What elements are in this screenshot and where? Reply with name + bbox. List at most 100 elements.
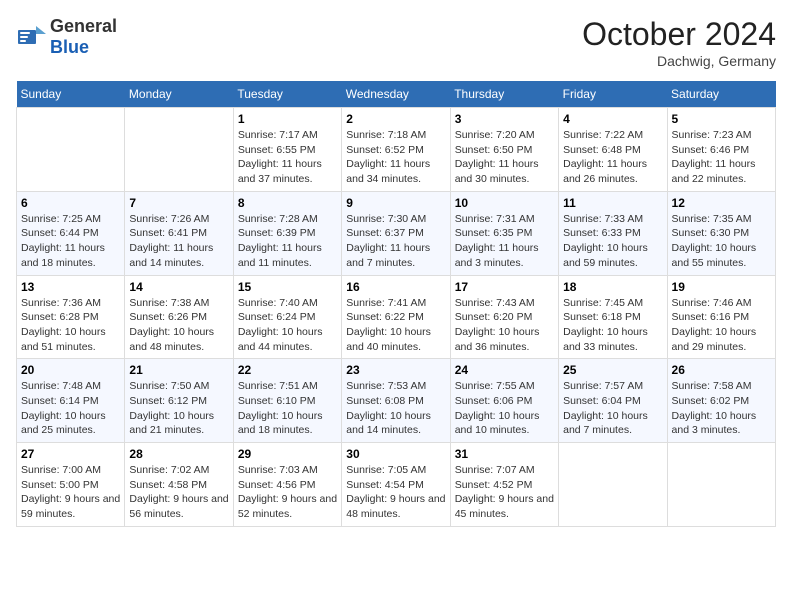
day-info: Sunrise: 7:18 AMSunset: 6:52 PMDaylight:… [346, 128, 445, 187]
week-row-0: 1 Sunrise: 7:17 AMSunset: 6:55 PMDaylight… [17, 108, 776, 192]
day-info: Sunrise: 7:07 AMSunset: 4:52 PMDaylight:… [455, 463, 554, 522]
day-number: 12 [672, 196, 771, 210]
logo-text: General Blue [50, 16, 117, 58]
day-number: 7 [129, 196, 228, 210]
day-number: 20 [21, 363, 120, 377]
table-row: 27 Sunrise: 7:00 AMSunset: 5:00 PMDayligh… [17, 443, 125, 527]
table-row: 21Sunrise: 7:50 AMSunset: 6:12 PMDayligh… [125, 359, 233, 443]
day-info: Sunrise: 7:03 AMSunset: 4:56 PMDaylight:… [238, 463, 337, 522]
day-info: Sunrise: 7:26 AMSunset: 6:41 PMDaylight:… [129, 212, 228, 271]
table-row: 1 Sunrise: 7:17 AMSunset: 6:55 PMDaylight… [233, 108, 341, 192]
day-info: Sunrise: 7:51 AMSunset: 6:10 PMDaylight:… [238, 379, 337, 438]
day-info: Sunrise: 7:46 AMSunset: 6:16 PMDaylight:… [672, 296, 771, 355]
table-row: 14 Sunrise: 7:38 AMSunset: 6:26 PMDayligh… [125, 275, 233, 359]
table-row: 19 Sunrise: 7:46 AMSunset: 6:16 PMDayligh… [667, 275, 775, 359]
logo: General Blue [16, 16, 117, 58]
day-info: Sunrise: 7:30 AMSunset: 6:37 PMDaylight:… [346, 212, 445, 271]
day-info: Sunrise: 7:00 AMSunset: 5:00 PMDaylight:… [21, 463, 120, 522]
day-number: 6 [21, 196, 120, 210]
table-row: 22 Sunrise: 7:51 AMSunset: 6:10 PMDayligh… [233, 359, 341, 443]
table-row [667, 443, 775, 527]
col-monday: Monday [125, 81, 233, 108]
day-number: 1 [238, 112, 337, 126]
day-number: 31 [455, 447, 554, 461]
day-number: 15 [238, 280, 337, 294]
day-number: 3 [455, 112, 554, 126]
day-number: 14 [129, 280, 228, 294]
col-thursday: Thursday [450, 81, 558, 108]
day-info: Sunrise: 7:31 AMSunset: 6:35 PMDaylight:… [455, 212, 554, 271]
day-number: 22 [238, 363, 337, 377]
day-number: 23 [346, 363, 445, 377]
calendar-header-row: Sunday Monday Tuesday Wednesday Thursday… [17, 81, 776, 108]
day-info: Sunrise: 7:05 AMSunset: 4:54 PMDaylight:… [346, 463, 445, 522]
table-row: 12 Sunrise: 7:35 AMSunset: 6:30 PMDayligh… [667, 191, 775, 275]
day-number: 17 [455, 280, 554, 294]
day-info: Sunrise: 7:41 AMSunset: 6:22 PMDaylight:… [346, 296, 445, 355]
day-info: Sunrise: 7:36 AMSunset: 6:28 PMDaylight:… [21, 296, 120, 355]
day-number: 11 [563, 196, 662, 210]
logo-general: General [50, 16, 117, 36]
day-info: Sunrise: 7:33 AMSunset: 6:33 PMDaylight:… [563, 212, 662, 271]
day-info: Sunrise: 7:17 AMSunset: 6:55 PMDaylight:… [238, 128, 337, 187]
col-wednesday: Wednesday [342, 81, 450, 108]
col-saturday: Saturday [667, 81, 775, 108]
day-info: Sunrise: 7:50 AMSunset: 6:12 PMDaylight:… [129, 379, 228, 438]
table-row [17, 108, 125, 192]
table-row: 2 Sunrise: 7:18 AMSunset: 6:52 PMDaylight… [342, 108, 450, 192]
table-row: 23 Sunrise: 7:53 AMSunset: 6:08 PMDayligh… [342, 359, 450, 443]
day-number: 19 [672, 280, 771, 294]
day-info: Sunrise: 7:35 AMSunset: 6:30 PMDaylight:… [672, 212, 771, 271]
week-row-3: 20 Sunrise: 7:48 AMSunset: 6:14 PMDayligh… [17, 359, 776, 443]
logo-blue: Blue [50, 37, 89, 57]
logo-icon [18, 26, 46, 48]
table-row [559, 443, 667, 527]
day-number: 27 [21, 447, 120, 461]
table-row: 18Sunrise: 7:45 AMSunset: 6:18 PMDayligh… [559, 275, 667, 359]
day-number: 9 [346, 196, 445, 210]
table-row: 10 Sunrise: 7:31 AMSunset: 6:35 PMDayligh… [450, 191, 558, 275]
day-number: 25 [563, 363, 662, 377]
day-number: 26 [672, 363, 771, 377]
table-row: 16 Sunrise: 7:41 AMSunset: 6:22 PMDayligh… [342, 275, 450, 359]
day-number: 4 [563, 112, 662, 126]
day-number: 8 [238, 196, 337, 210]
table-row: 25 Sunrise: 7:57 AMSunset: 6:04 PMDayligh… [559, 359, 667, 443]
table-row: 9 Sunrise: 7:30 AMSunset: 6:37 PMDaylight… [342, 191, 450, 275]
day-number: 5 [672, 112, 771, 126]
day-number: 28 [129, 447, 228, 461]
day-info: Sunrise: 7:57 AMSunset: 6:04 PMDaylight:… [563, 379, 662, 438]
day-number: 10 [455, 196, 554, 210]
table-row: 15 Sunrise: 7:40 AMSunset: 6:24 PMDayligh… [233, 275, 341, 359]
table-row: 13Sunrise: 7:36 AMSunset: 6:28 PMDayligh… [17, 275, 125, 359]
table-row: 24Sunrise: 7:55 AMSunset: 6:06 PMDayligh… [450, 359, 558, 443]
day-info: Sunrise: 7:43 AMSunset: 6:20 PMDaylight:… [455, 296, 554, 355]
day-info: Sunrise: 7:55 AMSunset: 6:06 PMDaylight:… [455, 379, 554, 438]
table-row: 8Sunrise: 7:28 AMSunset: 6:39 PMDaylight… [233, 191, 341, 275]
col-tuesday: Tuesday [233, 81, 341, 108]
table-row: 5 Sunrise: 7:23 AMSunset: 6:46 PMDaylight… [667, 108, 775, 192]
day-info: Sunrise: 7:22 AMSunset: 6:48 PMDaylight:… [563, 128, 662, 187]
col-friday: Friday [559, 81, 667, 108]
day-info: Sunrise: 7:53 AMSunset: 6:08 PMDaylight:… [346, 379, 445, 438]
week-row-2: 13Sunrise: 7:36 AMSunset: 6:28 PMDayligh… [17, 275, 776, 359]
table-row: 20 Sunrise: 7:48 AMSunset: 6:14 PMDayligh… [17, 359, 125, 443]
table-row: 7 Sunrise: 7:26 AMSunset: 6:41 PMDaylight… [125, 191, 233, 275]
table-row: 29 Sunrise: 7:03 AMSunset: 4:56 PMDayligh… [233, 443, 341, 527]
day-info: Sunrise: 7:38 AMSunset: 6:26 PMDaylight:… [129, 296, 228, 355]
day-info: Sunrise: 7:23 AMSunset: 6:46 PMDaylight:… [672, 128, 771, 187]
day-info: Sunrise: 7:20 AMSunset: 6:50 PMDaylight:… [455, 128, 554, 187]
month-title: October 2024 [582, 16, 776, 53]
day-number: 16 [346, 280, 445, 294]
day-info: Sunrise: 7:58 AMSunset: 6:02 PMDaylight:… [672, 379, 771, 438]
page-header: General Blue October 2024 Dachwig, Germa… [16, 16, 776, 69]
day-info: Sunrise: 7:40 AMSunset: 6:24 PMDaylight:… [238, 296, 337, 355]
calendar-table: Sunday Monday Tuesday Wednesday Thursday… [16, 81, 776, 527]
table-row: 28Sunrise: 7:02 AMSunset: 4:58 PMDayligh… [125, 443, 233, 527]
table-row: 17 Sunrise: 7:43 AMSunset: 6:20 PMDayligh… [450, 275, 558, 359]
day-number: 2 [346, 112, 445, 126]
day-number: 29 [238, 447, 337, 461]
week-row-1: 6Sunrise: 7:25 AMSunset: 6:44 PMDaylight… [17, 191, 776, 275]
week-row-4: 27 Sunrise: 7:00 AMSunset: 5:00 PMDayligh… [17, 443, 776, 527]
day-info: Sunrise: 7:48 AMSunset: 6:14 PMDaylight:… [21, 379, 120, 438]
